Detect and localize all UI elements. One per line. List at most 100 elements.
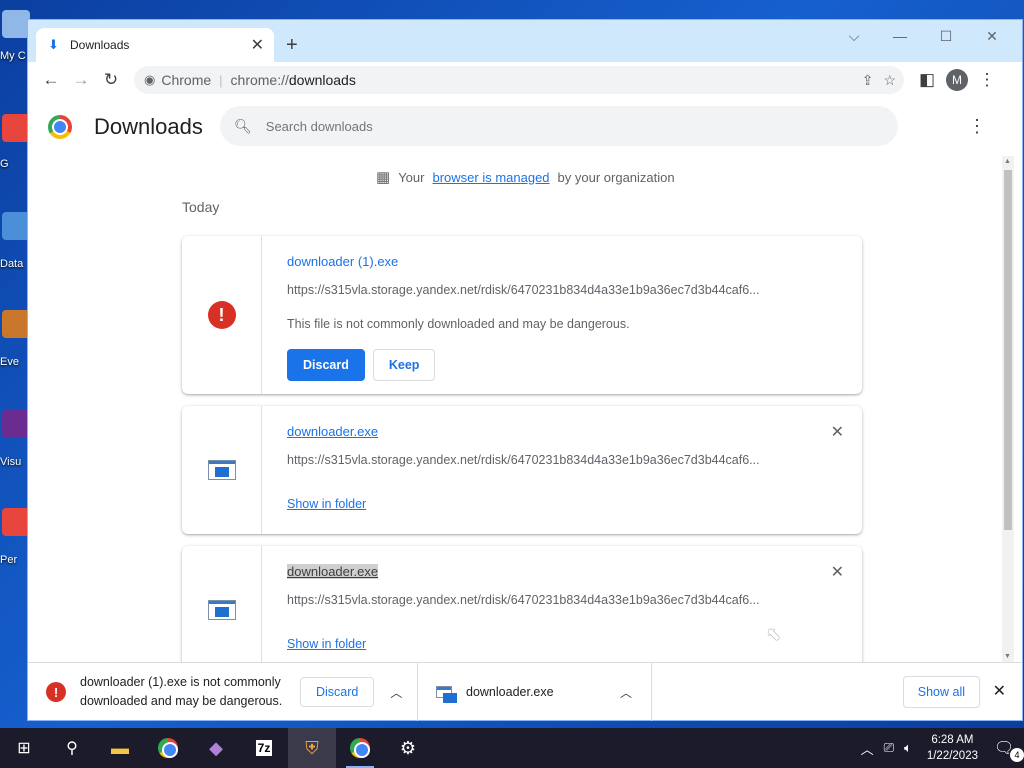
taskbar-file-explorer[interactable]: ▬ [96,728,144,768]
scroll-up-arrow-icon[interactable]: ▲ [1004,158,1011,165]
downloads-page: Downloads 🔍︎ ⋮ ▦ Your browser is managed… [28,98,1022,662]
share-icon[interactable]: ⇪ [862,72,874,89]
title-bar: ⬇ Downloads ✕ + ⌵ — ☐ ✕ [28,20,1022,62]
clock[interactable]: 6:28 AM 1/22/2023 [927,732,978,764]
remove-from-list-icon[interactable]: ✕ [831,422,844,442]
taskbar-settings[interactable]: ⚙ [384,728,432,768]
search-icon: ⚲ [66,740,78,757]
desktop-icon-label: G [0,158,9,170]
keep-button[interactable]: Keep [372,349,436,381]
download-item-icon-column [182,406,262,534]
close-shelf-icon[interactable]: ✕ [993,681,1006,701]
download-url[interactable]: https://s315vla.storage.yandex.net/rdisk… [287,283,802,297]
show-in-folder-link[interactable]: Show in folder [287,497,366,511]
managed-suffix: by your organization [557,169,675,185]
downloads-header: Downloads 🔍︎ ⋮ [28,98,1022,156]
start-button[interactable]: ⊞ [0,728,48,768]
visual-studio-icon: ◆ [209,737,223,758]
desktop-icon-label: Eve [0,356,19,368]
chrome-shortcut-icon [2,114,30,142]
omnibox-separator: | [219,72,223,88]
danger-icon: ! [46,682,66,702]
chrome-logo-icon [158,738,178,758]
taskbar-security[interactable]: ⛨ [288,728,336,768]
chrome-logo-icon [350,738,370,758]
forward-arrow-icon[interactable]: → [66,65,96,95]
network-icon[interactable]: ⎚ [884,740,894,756]
tab-close-icon[interactable]: ✕ [251,35,264,55]
shield-icon: ⛨ [305,737,319,758]
taskbar-7zip[interactable]: 7z [240,728,288,768]
show-in-folder-link[interactable]: Show in folder [287,637,366,651]
search-icon: 🔍︎ [234,117,252,134]
chrome-logo-icon [48,115,72,139]
tab-search-icon[interactable]: ⌵ [840,28,868,45]
download-url[interactable]: https://s315vla.storage.yandex.net/rdisk… [287,453,802,467]
visual-studio-icon [2,410,30,438]
close-window-button[interactable]: ✕ [978,28,1006,45]
reload-icon[interactable]: ↻ [96,65,126,95]
taskbar: ⊞ ⚲ ▬ ◆ 7z ⛨ ⚙ ︿ ⎚ 🔈︎ 6:28 AM 1/22/2023 … [0,728,1024,768]
scroll-down-arrow-icon[interactable]: ▼ [1004,653,1011,660]
shelf-item-dangerous[interactable]: ! downloader (1).exe is not commonly dow… [28,663,418,721]
url-path: downloads [288,72,356,88]
notification-count-badge: 4 [1010,748,1024,762]
omnibox-url: chrome://downloads [231,72,356,88]
chrome-shortcut-icon [2,508,30,536]
shelf-discard-button[interactable]: Discard [300,677,375,707]
page-scrollbar[interactable]: ▲ ▼ [1002,156,1014,662]
search-button[interactable]: ⚲ [48,728,96,768]
menu-kebab-icon[interactable]: ⋮ [972,65,1002,95]
download-filename-link[interactable]: downloader.exe [287,564,379,579]
clock-date: 1/22/2023 [926,750,978,762]
computer-icon [2,10,30,38]
download-item: downloader.exe https://s315vla.storage.y… [182,546,862,662]
search-downloads[interactable]: 🔍︎ [220,106,898,146]
bookmark-star-icon[interactable]: ☆ [883,72,896,89]
download-filename-link[interactable]: downloader.exe [287,424,378,439]
search-input[interactable] [265,118,866,134]
shelf-filename: downloader.exe [466,685,554,699]
more-actions-icon[interactable]: ⋮ [968,116,986,137]
volume-icon[interactable]: 🔈︎ [904,740,912,756]
event-shortcut-icon [2,310,30,338]
taskbar-chrome[interactable] [144,728,192,768]
back-arrow-icon[interactable]: ← [36,65,66,95]
site-chip: Chrome [161,72,212,88]
date-group-label: Today [182,199,220,215]
discard-button[interactable]: Discard [287,349,365,381]
show-all-button[interactable]: Show all [902,676,980,708]
page-title: Downloads [94,114,203,139]
url-scheme: chrome:// [230,72,289,88]
chevron-up-icon[interactable]: ︿ [861,739,874,758]
chevron-up-icon[interactable]: ︿ [620,684,632,701]
exe-file-icon [207,600,236,620]
shelf-item[interactable]: downloader.exe ︿ [418,663,652,721]
profile-button[interactable]: M [942,65,972,95]
danger-icon: ! [207,301,236,329]
address-bar[interactable]: ◉ Chrome | chrome://downloads ⇪ ☆ [134,66,904,94]
danger-warning-text: This file is not commonly downloaded and… [287,317,630,331]
desktop-icon-label: Visu [0,456,22,468]
tab-downloads[interactable]: ⬇ Downloads ✕ [36,28,274,62]
exe-file-icon [207,460,236,480]
download-item-body: downloader.exe https://s315vla.storage.y… [287,424,802,511]
exe-file-icon [436,686,457,703]
maximize-button[interactable]: ☐ [932,28,960,45]
taskbar-visual-studio[interactable]: ◆ [192,728,240,768]
windows-logo-icon: ⊞ [17,740,31,757]
side-panel-icon[interactable]: ◧ [912,65,942,95]
desktop-icon-label: Per [0,554,18,566]
scrollbar-thumb[interactable] [1004,170,1012,530]
taskbar-chrome-profile[interactable] [336,728,384,768]
7zip-icon: 7z [255,740,273,756]
remove-from-list-icon[interactable]: ✕ [831,562,844,582]
action-center-button[interactable]: 🗨︎ 4 [994,738,1024,762]
managed-link[interactable]: browser is managed [432,170,549,185]
new-tab-button[interactable]: + [286,34,298,57]
shelf-warning-text: downloader (1).exe is not commonly downl… [80,675,283,708]
minimize-button[interactable]: — [886,28,914,44]
chevron-up-icon[interactable]: ︿ [390,684,402,701]
desktop-icon-label: My C [0,50,26,62]
download-url[interactable]: https://s315vla.storage.yandex.net/rdisk… [287,593,802,607]
